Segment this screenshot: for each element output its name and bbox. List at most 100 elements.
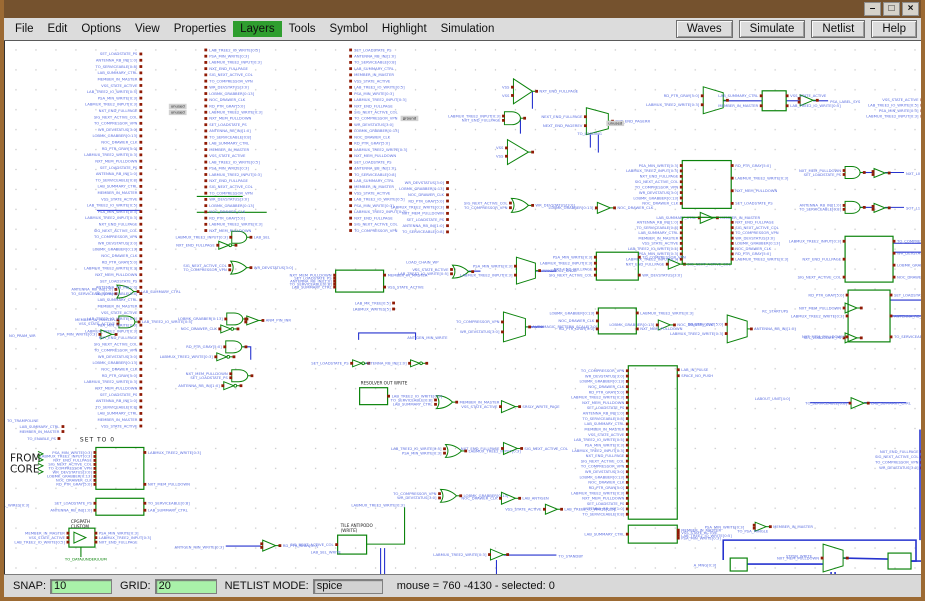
- net-label[interactable]: RD_PTR_GRAY[5:0]: [408, 198, 444, 203]
- net-label[interactable]: LABMUX_TREE2_WRITE[0:3]: [433, 552, 487, 557]
- net-label[interactable]: LABMUX_TREE2_WRITE[0:3]: [84, 379, 138, 384]
- net-label[interactable]: NXT_END_FULLPAGE: [626, 261, 665, 266]
- net-label[interactable]: L_WIRES[0:3]: [5, 503, 30, 508]
- net-label[interactable]: TO_SERVICEABLE[0:8]: [94, 64, 137, 69]
- net-label[interactable]: TO_SERVICEABLE[0:8]: [893, 334, 921, 339]
- net-label[interactable]: LABMUX_TREE2_WRITE[0:3]: [640, 310, 694, 315]
- net-label[interactable]: MEMBER_IN_MASTER: [584, 427, 624, 432]
- net-label[interactable]: NXT_END_FULLPAGE: [539, 89, 578, 94]
- net-label[interactable]: NOC_DRAWER_CLK: [897, 274, 921, 279]
- net-label[interactable]: RD_PTR_GRAY[5:0]: [56, 482, 92, 487]
- net-label[interactable]: SIG_NEXT_ACTIVE_COL: [209, 72, 253, 77]
- net-label[interactable]: NXT_MEM_PULLDOWN: [95, 385, 137, 390]
- grid-input[interactable]: [155, 579, 217, 594]
- net-label[interactable]: SET_LOADSTATE_PS: [54, 501, 92, 506]
- net-label[interactable]: NXT_END_FULLPAGE: [461, 446, 500, 451]
- schematic-drawing[interactable]: VSSVSSNXT_END_FULLPAGELABMUX_TREE2_INPUT…: [5, 41, 921, 574]
- net-label[interactable]: TO_TRAMPOLINE: [6, 418, 39, 423]
- net-label[interactable]: VSS_STATE_ACTIVE: [101, 310, 138, 315]
- net-label[interactable]: NXT_END_FULLPAGE: [99, 108, 138, 113]
- net-label[interactable]: ANTIGEN_MIN_WRITE[0:3]: [174, 544, 224, 549]
- net-label[interactable]: LOBMK_GRABBER[0:13]: [209, 91, 254, 96]
- net-label[interactable]: WR_DEVSTATUS[3:0]: [585, 373, 625, 378]
- net-label[interactable]: WR_DEVSTATUS[3:0]: [639, 190, 679, 195]
- netlist-button[interactable]: Netlist: [811, 20, 865, 38]
- net-label[interactable]: WR_DEVSTATUS[3:0]: [209, 85, 249, 90]
- net-label[interactable]: LABMUX_TREE2_WRITE[0:3]: [791, 313, 845, 318]
- net-label[interactable]: L_WIRES[0:3]: [5, 503, 30, 508]
- net-label[interactable]: NXT_MEM_PULLDOWN: [354, 153, 396, 158]
- net-label[interactable]: RD_PTR_GRAY[5:0]: [186, 344, 222, 349]
- net-label[interactable]: SIG_NEXT_ACTIVE_COL: [354, 222, 398, 227]
- net-label[interactable]: WR_DEVSTATUS[3:0]: [98, 240, 138, 245]
- net-label[interactable]: MEMBER_IN_MASTER: [773, 524, 813, 529]
- net-label[interactable]: LAB_SUMMARY_CTRL: [871, 400, 912, 405]
- net-label[interactable]: NOC_DRAWER_CLK: [101, 140, 138, 145]
- net-label[interactable]: STPSN_WRITE: [786, 553, 813, 558]
- net-label[interactable]: TO_COMPRESSOR_VPN: [634, 184, 679, 189]
- close-button[interactable]: ×: [902, 2, 919, 16]
- net-label[interactable]: NXT_MEM_PULLDOWN: [582, 400, 624, 405]
- net-label[interactable]: LAB_TREE2_IO_WRITE[0:5]: [14, 539, 65, 544]
- net-label[interactable]: LABOUT_UNIT[4:0]: [755, 396, 791, 401]
- net-label[interactable]: LABMUX_TREE2_INPUT[0:3]: [85, 329, 138, 334]
- net-label[interactable]: NXT_END_FULLPAGE: [354, 215, 393, 220]
- net-label[interactable]: LABMUX_TREE2_INPUT[0:3]: [209, 60, 262, 65]
- net-label[interactable]: WR_DEVSTATUS[3:0]: [585, 469, 625, 474]
- net-label[interactable]: WR_DEVSTATUS[3:0]: [642, 272, 682, 277]
- menu-item-file[interactable]: File: [8, 21, 41, 37]
- menu-item-simulation[interactable]: Simulation: [434, 21, 502, 37]
- net-label[interactable]: VSS_STATE_ACTIVE: [101, 83, 138, 88]
- net-label[interactable]: LOBMK_GRABBER[0:13]: [548, 205, 593, 210]
- net-label[interactable]: PSA_MIN_WRITE[0:3]: [705, 524, 745, 529]
- net-label[interactable]: TO_COMPRESSOR_VPN: [182, 267, 227, 272]
- net-label[interactable]: LOBMK_GRABBER[0:13]: [579, 379, 624, 384]
- schematic-text[interactable]: CORE: [10, 463, 39, 475]
- net-label[interactable]: ANTENNA_RB_INJ[1:0]: [354, 166, 396, 171]
- net-label[interactable]: NXT_END_FULLPAGE: [880, 449, 919, 454]
- net-label[interactable]: LOBMK_GRABBER[0:13]: [549, 310, 594, 315]
- net-label[interactable]: LOBMK_GRABBER[0:13]: [92, 247, 137, 252]
- menu-item-layers[interactable]: Layers: [233, 21, 282, 37]
- net-label[interactable]: NXT_MEM_PULLDOWN: [95, 158, 137, 163]
- net-label[interactable]: LABMUX_TREE2_INPUT[0:3]: [85, 102, 138, 107]
- net-label[interactable]: LABMUX_TREE2_WRITE[0:3]: [735, 256, 789, 261]
- flag-text[interactable]: ground: [403, 116, 417, 121]
- net-label[interactable]: LAB_SEL_WRITE: [311, 549, 342, 554]
- net-label[interactable]: NXT_END_FULLPAGE: [735, 220, 774, 225]
- net-label[interactable]: TO_SERVICEABLE[0:8]: [635, 225, 678, 230]
- simulate-button[interactable]: Simulate: [739, 20, 806, 38]
- net-label[interactable]: MEMBER_IN_MASTER: [209, 147, 249, 152]
- net-label[interactable]: LAB_TREE2_IO_WRITE[0:5]: [354, 85, 405, 90]
- net-label[interactable]: LAB_TREE2_IO_WRITE[0:5]: [209, 47, 260, 52]
- net-label[interactable]: SIG_NEXT_ACTIVE_COL: [798, 274, 842, 279]
- net-label[interactable]: SET_LOADSTATE_PS: [100, 392, 138, 397]
- net-label[interactable]: LAB_SUMMARY_CTRL: [97, 411, 138, 416]
- net-label[interactable]: LABMUX_TREE2_WRITE[0:3]: [84, 266, 138, 271]
- net-label[interactable]: MEMBER_IN_MASTER: [718, 103, 758, 108]
- net-label[interactable]: ANM_PIN_INR: [266, 318, 292, 323]
- net-label[interactable]: PSA_MIN_WRITE[0:3]: [402, 450, 442, 455]
- net-label[interactable]: NOC_DRAWER_CLK: [588, 480, 625, 485]
- net-label[interactable]: VSS_STATE_ACTIVE: [505, 507, 542, 512]
- net-label[interactable]: NOC_DRAWER_CLK: [101, 367, 138, 372]
- net-label[interactable]: TO_SERVICEABLE[0:8]: [581, 512, 624, 517]
- net-label[interactable]: SIG_NEXT_ACTIVE_COL: [635, 179, 679, 184]
- net-label[interactable]: SIG_NEXT_ACTIVE_COL: [524, 446, 568, 451]
- net-label[interactable]: ANTENNA_RB_INJ[1:0]: [365, 361, 407, 366]
- net-label[interactable]: PSA_LABEL_SYS: [830, 99, 861, 104]
- net-label[interactable]: LAB_TREE2_IO_WRITE[0:5]: [209, 159, 260, 164]
- net-label[interactable]: SET_LOADSTATE_PS: [100, 278, 138, 283]
- net-label[interactable]: WR_DEVSTATUS[3:0]: [879, 465, 919, 470]
- net-label[interactable]: LABMUX_TREE2_WRITE[0:3]: [646, 102, 700, 107]
- net-label[interactable]: RD_PTR_GRAY[5:0]: [102, 146, 138, 151]
- net-label[interactable]: SET_LOADSTATE_PS: [407, 217, 445, 222]
- net-label[interactable]: NXT_END_FULLPAGE: [354, 103, 393, 108]
- net-label[interactable]: LOBMK_GRABBER[0:13]: [897, 262, 921, 267]
- net-label[interactable]: A_MNG[0:3]: [694, 562, 717, 567]
- net-label[interactable]: A_MNG[0:3]: [694, 562, 717, 567]
- net-label[interactable]: TO_COMPRESSOR_VPN: [641, 254, 686, 259]
- net-label[interactable]: ANTENNA_RB_INJ[1:0]: [209, 128, 251, 133]
- net-label[interactable]: TO_SERVICEABLE[0:8]: [147, 501, 190, 506]
- net-label[interactable]: NOC_DRAWER_CLK: [617, 205, 654, 210]
